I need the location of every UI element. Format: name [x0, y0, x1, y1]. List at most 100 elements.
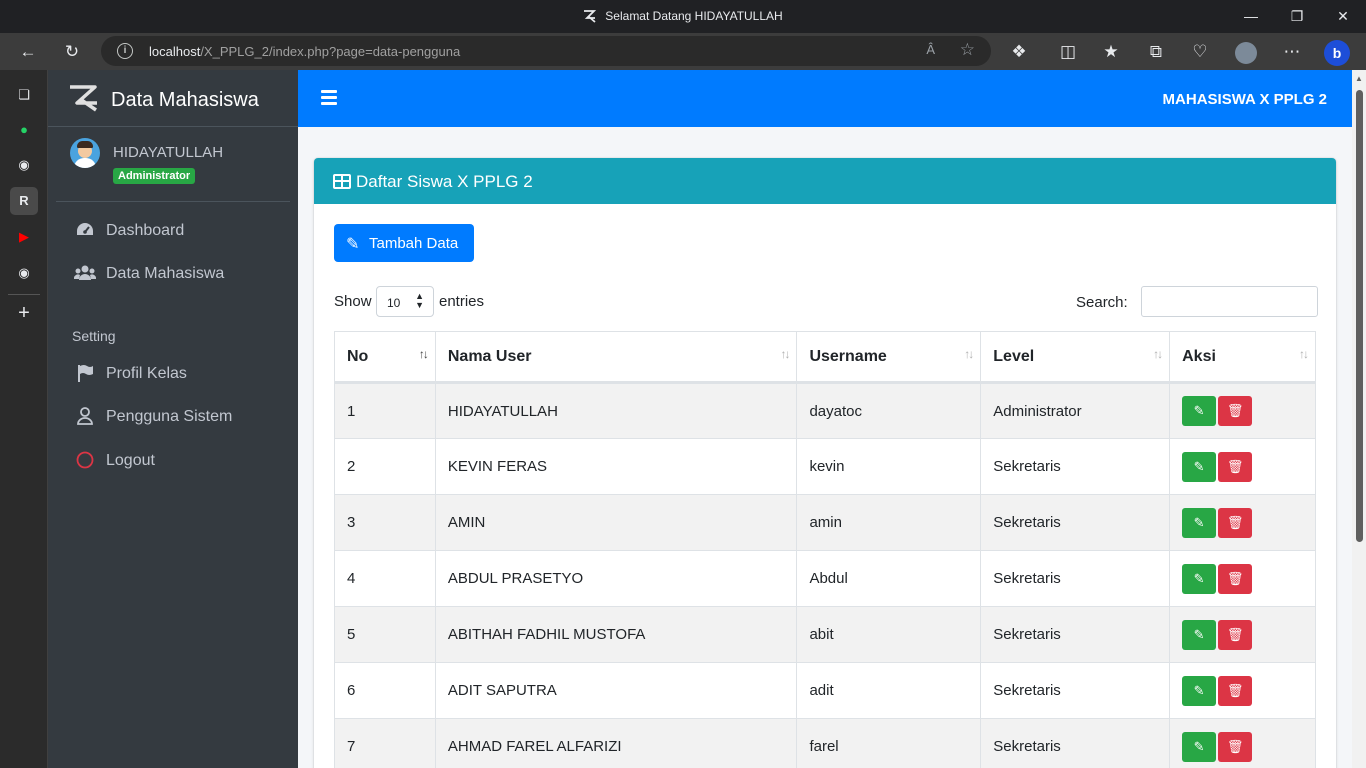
card-header: Daftar Siswa X PPLG 2	[314, 158, 1336, 204]
edit-button[interactable]: ✎	[1182, 563, 1217, 594]
close-icon[interactable]: ✕	[1320, 0, 1366, 33]
column-label: No	[347, 347, 369, 365]
cell-nama: AMIN	[434, 494, 798, 551]
column-label: Level	[993, 347, 1035, 365]
site-info-icon[interactable]: i	[117, 43, 133, 59]
sort-icon: ↑↓	[1299, 347, 1309, 361]
table-row: 6 ADIT SAPUTRA adit Sekretaris ✎ 🗑	[334, 662, 1316, 719]
sidebar-item-label: Dashboard	[106, 222, 185, 239]
cell-level: Administrator	[980, 382, 1171, 439]
add-data-label: Tambah Data	[369, 235, 459, 252]
edit-button[interactable]: ✎	[1182, 396, 1217, 426]
user-icon	[74, 407, 96, 427]
add-data-button[interactable]: ✎ Tambah Data	[334, 224, 474, 262]
url-text[interactable]: localhost/X_PPLG_2/index.php?page=data-p…	[149, 44, 460, 59]
sidebar-item-data-mahasiswa[interactable]: Data Mahasiswa	[56, 254, 290, 294]
window-title-text: Selamat Datang HIDAYATULLAH	[605, 9, 783, 23]
github-icon[interactable]: ◉	[10, 151, 38, 179]
cell-no: 2	[334, 438, 436, 495]
page-scrollbar[interactable]: ▲	[1352, 70, 1366, 768]
back-icon[interactable]: ←	[14, 38, 42, 66]
delete-button[interactable]: 🗑	[1218, 507, 1253, 538]
cell-no: 7	[334, 718, 436, 768]
column-header-no[interactable]: No ↑↓	[334, 331, 436, 384]
browser-toolbar: ← ↻ i localhost/X_PPLG_2/index.php?page=…	[0, 33, 1366, 70]
delete-button[interactable]: 🗑	[1218, 731, 1253, 762]
cell-level: Sekretaris	[980, 494, 1171, 551]
edge-divider	[8, 294, 40, 295]
delete-button[interactable]: 🗑	[1218, 396, 1253, 426]
sidebar-item-pengguna-sistem[interactable]: Pengguna Sistem	[56, 397, 290, 437]
users-icon	[73, 264, 97, 284]
extensions-icon[interactable]: ❖	[1005, 38, 1033, 66]
column-header-aksi[interactable]: Aksi ↑↓	[1169, 331, 1316, 384]
cell-username: abit	[796, 606, 982, 663]
edit-button[interactable]: ✎	[1182, 507, 1217, 538]
sidebar-item-profil-kelas[interactable]: Profil Kelas	[56, 354, 290, 394]
menu-toggle-icon[interactable]	[321, 90, 337, 105]
search-input[interactable]	[1141, 286, 1318, 317]
sidebar-item-label: Logout	[106, 452, 155, 469]
delete-button[interactable]: 🗑	[1218, 619, 1253, 650]
restore-icon[interactable]: ❐	[1274, 0, 1320, 33]
cell-aksi: ✎ 🗑	[1169, 662, 1316, 719]
refresh-icon[interactable]: ↻	[58, 38, 86, 66]
collections-icon[interactable]: ⧉	[1142, 38, 1170, 66]
youtube-icon[interactable]: ▶	[10, 223, 38, 251]
cell-username: kevin	[796, 438, 982, 495]
main-content: MAHASISWA X PPLG 2 Daftar Siswa X PPLG 2…	[298, 70, 1352, 768]
avatar	[70, 138, 100, 168]
column-header-nama-user[interactable]: Nama User ↑↓	[434, 331, 798, 384]
sidebar-item-dashboard[interactable]: Dashboard	[56, 211, 290, 251]
copilot-icon[interactable]: b	[1323, 38, 1351, 66]
card-title: Daftar Siswa X PPLG 2	[356, 172, 533, 191]
top-navbar: MAHASISWA X PPLG 2	[298, 70, 1352, 127]
sort-icon: ↑↓	[418, 347, 429, 361]
search-label: Search:	[1076, 294, 1128, 311]
delete-button[interactable]: 🗑	[1218, 675, 1253, 706]
favorite-star-icon[interactable]: ☆	[960, 40, 975, 60]
entries-label: entries	[439, 293, 485, 310]
scrollbar-thumb[interactable]	[1356, 90, 1363, 542]
delete-button[interactable]: 🗑	[1218, 563, 1253, 594]
browser-title-bar: Selamat Datang HIDAYATULLAH — ❐ ✕	[0, 0, 1366, 33]
read-aloud-icon[interactable]: Â	[926, 42, 935, 57]
add-icon[interactable]: +	[10, 299, 38, 327]
show-label: Show	[334, 293, 372, 310]
sort-icon: ↑↓	[780, 347, 790, 361]
favorites-icon[interactable]: ★	[1097, 38, 1125, 66]
whatsapp-icon[interactable]: ●	[10, 116, 38, 144]
edge-sidebar: ❏ ● ◉ R ▶ ◉ +	[0, 70, 48, 768]
github-icon-2[interactable]: ◉	[10, 259, 38, 287]
address-bar[interactable]: i localhost/X_PPLG_2/index.php?page=data…	[101, 36, 991, 66]
cell-level: Sekretaris	[980, 718, 1171, 768]
cell-level: Sekretaris	[980, 606, 1171, 663]
table-row: 7 AHMAD FAREL ALFARIZI farel Sekretaris …	[334, 718, 1316, 768]
tab-actions-icon[interactable]: ❏	[10, 81, 38, 109]
more-menu-icon[interactable]: ⋯	[1278, 38, 1306, 66]
cell-nama: ABITHAH FADHIL MUSTOFA	[434, 606, 798, 663]
edit-button[interactable]: ✎	[1182, 451, 1217, 482]
edit-button[interactable]: ✎	[1182, 675, 1217, 706]
scroll-up-icon[interactable]: ▲	[1355, 74, 1363, 83]
sidebar-item-logout[interactable]: Logout	[56, 441, 290, 481]
column-header-username[interactable]: Username ↑↓	[796, 331, 982, 384]
power-icon	[74, 451, 96, 471]
edit-button[interactable]: ✎	[1182, 731, 1217, 762]
sort-icon: ↑↓	[964, 347, 974, 361]
sidebar-item-label: Pengguna Sistem	[106, 408, 233, 425]
delete-button[interactable]: 🗑	[1218, 451, 1253, 482]
column-header-level[interactable]: Level ↑↓	[980, 331, 1171, 384]
entries-select[interactable]: 10 ▲ ▼	[376, 286, 434, 317]
minimize-icon[interactable]: —	[1228, 0, 1274, 33]
cell-aksi: ✎ 🗑	[1169, 606, 1316, 663]
window-title: Selamat Datang HIDAYATULLAH	[0, 9, 1366, 23]
split-screen-icon[interactable]: ◫	[1054, 38, 1082, 66]
edit-button[interactable]: ✎	[1182, 619, 1217, 650]
cell-no: 1	[334, 382, 436, 439]
user-name[interactable]: HIDAYATULLAH	[113, 144, 223, 161]
performance-icon[interactable]: ♡	[1186, 38, 1214, 66]
brand-link[interactable]: Data Mahasiswa	[48, 70, 298, 127]
profile-avatar-icon[interactable]	[1232, 38, 1260, 66]
app-tab-icon[interactable]: R	[10, 187, 38, 215]
